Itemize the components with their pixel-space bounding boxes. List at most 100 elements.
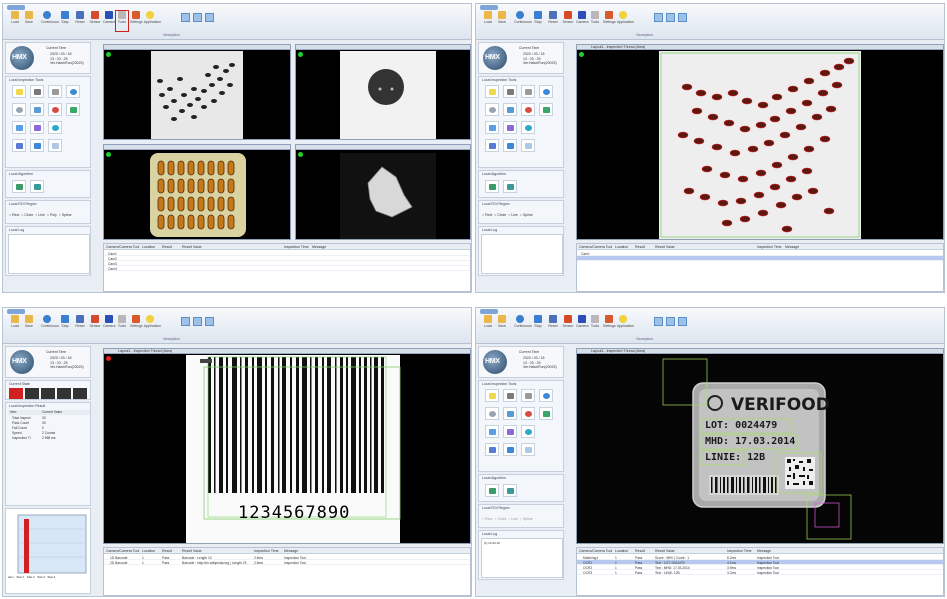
tool-pen[interactable] [30, 139, 44, 152]
roi-rect-option[interactable]: Rect [485, 517, 492, 521]
continuous-button[interactable]: Continuous [514, 11, 532, 31]
sensor-button[interactable]: Sensor [562, 11, 574, 31]
tool-window[interactable] [539, 103, 553, 116]
load-button[interactable]: Load [482, 11, 494, 31]
settings-button[interactable]: Settings [603, 11, 616, 31]
sensor-button[interactable]: Sensor [89, 11, 101, 31]
camera-button[interactable]: Camera [103, 315, 115, 335]
load-button[interactable]: Load [9, 315, 21, 335]
camera-button[interactable]: Camera [576, 315, 588, 335]
tool-cluster[interactable] [539, 389, 553, 402]
tool-measure[interactable] [503, 121, 517, 134]
view-cam2[interactable] [295, 44, 471, 140]
tools-button[interactable]: Tools [116, 315, 128, 335]
view-candies[interactable]: Layout1 - Inspection Thread (Area) [576, 44, 944, 240]
tool-width[interactable] [485, 443, 499, 456]
roi-circle-option[interactable]: Circle [24, 213, 33, 217]
algo-tool-1[interactable] [485, 484, 499, 497]
algo-tool-2[interactable] [503, 180, 517, 193]
tool-filter[interactable] [485, 425, 499, 438]
tool-filter[interactable] [12, 121, 26, 134]
layout-horizontal-button[interactable] [193, 13, 202, 22]
tool-gear[interactable] [485, 103, 499, 116]
load-button[interactable]: Load [482, 315, 494, 335]
app-menu-button[interactable] [7, 5, 25, 10]
tool-gear[interactable] [12, 103, 26, 116]
table-row[interactable]: OCR3 1 Pass Text : LINIE: 12B 3.2ms Insp… [577, 570, 943, 575]
roi-rect-option[interactable]: Rect [485, 213, 492, 217]
settings-button[interactable]: Settings [603, 315, 616, 335]
tool-grid[interactable] [521, 139, 535, 152]
tools-button[interactable]: Tools [589, 11, 601, 31]
roi-circle-option[interactable]: Circle [497, 213, 506, 217]
light-button[interactable]: Application [144, 11, 161, 31]
layout-horizontal-button[interactable] [666, 13, 675, 22]
light-button[interactable]: Application [617, 315, 634, 335]
algo-tool-1[interactable] [12, 180, 26, 193]
app-menu-button[interactable] [480, 309, 498, 314]
tool-brightness[interactable] [12, 85, 26, 98]
stop-button[interactable]: Stop [59, 11, 71, 31]
tools-button[interactable]: Tools [115, 10, 129, 32]
save-button[interactable]: Save [496, 11, 508, 31]
layout-splitter-button[interactable] [205, 13, 214, 22]
tool-rotate[interactable] [521, 407, 535, 420]
app-menu-button[interactable] [7, 309, 25, 314]
tool-lines[interactable] [48, 85, 62, 98]
view-cam4[interactable] [295, 144, 471, 240]
tool-blob[interactable] [30, 85, 44, 98]
roi-spline-option[interactable]: Spline [523, 517, 533, 521]
tool-lines[interactable] [521, 389, 535, 402]
reset-button[interactable]: Reset [547, 315, 559, 335]
settings-button[interactable]: Settings [130, 315, 143, 335]
tool-rotate[interactable] [48, 103, 62, 116]
view-cam1[interactable] [103, 44, 291, 140]
roi-line-option[interactable]: Line [511, 517, 518, 521]
tool-lines[interactable] [521, 85, 535, 98]
stop-button[interactable]: Stop [532, 11, 544, 31]
light-button[interactable]: Application [617, 11, 634, 31]
table-row-selected[interactable] [577, 256, 943, 261]
layout-splitter-button[interactable] [678, 317, 687, 326]
reset-button[interactable]: Reset [74, 315, 86, 335]
tool-color[interactable] [521, 425, 535, 438]
algo-tool-1[interactable] [485, 180, 499, 193]
tool-gear[interactable] [485, 407, 499, 420]
roi-rect-option[interactable]: Rect [12, 213, 19, 217]
continuous-button[interactable]: Continuous [514, 315, 532, 335]
tool-cluster[interactable] [66, 85, 80, 98]
tool-color[interactable] [521, 121, 535, 134]
load-button[interactable]: Load [9, 11, 21, 31]
tool-cluster[interactable] [539, 85, 553, 98]
roi-spline-option[interactable]: Spline [523, 213, 533, 217]
layout-vertical-button[interactable] [654, 317, 663, 326]
save-button[interactable]: Save [23, 11, 35, 31]
tool-brightness[interactable] [485, 85, 499, 98]
layout-vertical-button[interactable] [654, 13, 663, 22]
roi-circle-option[interactable]: Circle [497, 517, 506, 521]
tool-measure[interactable] [30, 121, 44, 134]
app-menu-button[interactable] [480, 5, 498, 10]
tool-blob[interactable] [503, 85, 517, 98]
stop-button[interactable]: Stop [59, 315, 71, 335]
tool-brightness[interactable] [485, 389, 499, 402]
tool-grid[interactable] [521, 443, 535, 456]
light-button[interactable]: Application [144, 315, 161, 335]
continuous-button[interactable]: Continuous [41, 315, 59, 335]
tool-pattern[interactable] [503, 407, 517, 420]
algo-tool-2[interactable] [30, 180, 44, 193]
reset-button[interactable]: Reset [74, 11, 86, 31]
tools-button[interactable]: Tools [589, 315, 601, 335]
log-list[interactable]: [1] 13:33:18 [481, 538, 563, 578]
sensor-button[interactable]: Sensor [89, 315, 101, 335]
tool-blob[interactable] [503, 389, 517, 402]
save-button[interactable]: Save [496, 315, 508, 335]
roi-line-option[interactable]: Line [38, 213, 45, 217]
tool-pen[interactable] [503, 139, 517, 152]
layout-splitter-button[interactable] [678, 13, 687, 22]
save-button[interactable]: Save [23, 315, 35, 335]
camera-button[interactable]: Camera [103, 11, 115, 31]
tool-rotate[interactable] [521, 103, 535, 116]
tool-window[interactable] [66, 103, 80, 116]
reset-button[interactable]: Reset [547, 11, 559, 31]
